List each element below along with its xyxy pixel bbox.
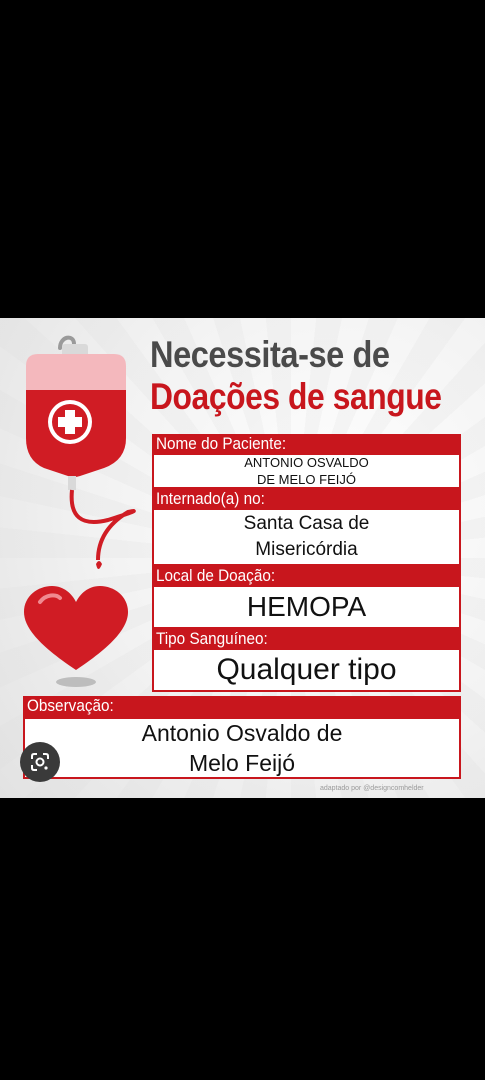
patient-label-text: Nome do Paciente:	[156, 434, 287, 453]
poster-title: Necessita-se de	[150, 334, 390, 375]
google-lens-icon[interactable]	[20, 742, 60, 782]
blood-bag-icon	[26, 335, 136, 569]
lens-glyph-icon	[31, 753, 49, 771]
hospital-label: Internado(a) no:	[152, 489, 461, 509]
observation-label: Observação:	[23, 696, 461, 718]
observation-line2: Melo Feijó	[188, 750, 296, 776]
location-value: HEMOPA	[152, 585, 461, 629]
observation-label-text: Observação:	[27, 696, 114, 715]
patient-name-line2: DE MELO FEIJÓ	[257, 472, 356, 487]
hospital-line2: Misericórdia	[255, 539, 358, 560]
hospital-value: Santa Casa de Misericórdia	[152, 508, 461, 566]
patient-name-line1: ANTONIO OSVALDO	[244, 455, 369, 470]
blood-type-label-text: Tipo Sanguíneo:	[156, 629, 268, 648]
blood-type-text: Qualquer tipo	[216, 653, 397, 686]
blood-type-value: Qualquer tipo	[152, 648, 461, 692]
blood-type-label: Tipo Sanguíneo:	[152, 629, 461, 649]
observation-line1: Antonio Osvaldo de	[141, 720, 343, 746]
poster-subtitle: Doações de sangue	[150, 376, 442, 417]
location-text: HEMOPA	[246, 591, 367, 622]
heart-icon	[24, 586, 128, 687]
location-label-text: Local de Doação:	[156, 566, 276, 585]
patient-label: Nome do Paciente:	[152, 434, 461, 454]
hospital-line1: Santa Casa de	[243, 513, 370, 534]
observation-value: Antonio Osvaldo de Melo Feijó	[23, 717, 461, 779]
credit-text: adaptado por @designcomhelder	[320, 785, 424, 792]
patient-value: ANTONIO OSVALDO DE MELO FEIJÓ	[152, 453, 461, 489]
hospital-label-text: Internado(a) no:	[156, 489, 265, 508]
location-label: Local de Doação:	[152, 566, 461, 586]
